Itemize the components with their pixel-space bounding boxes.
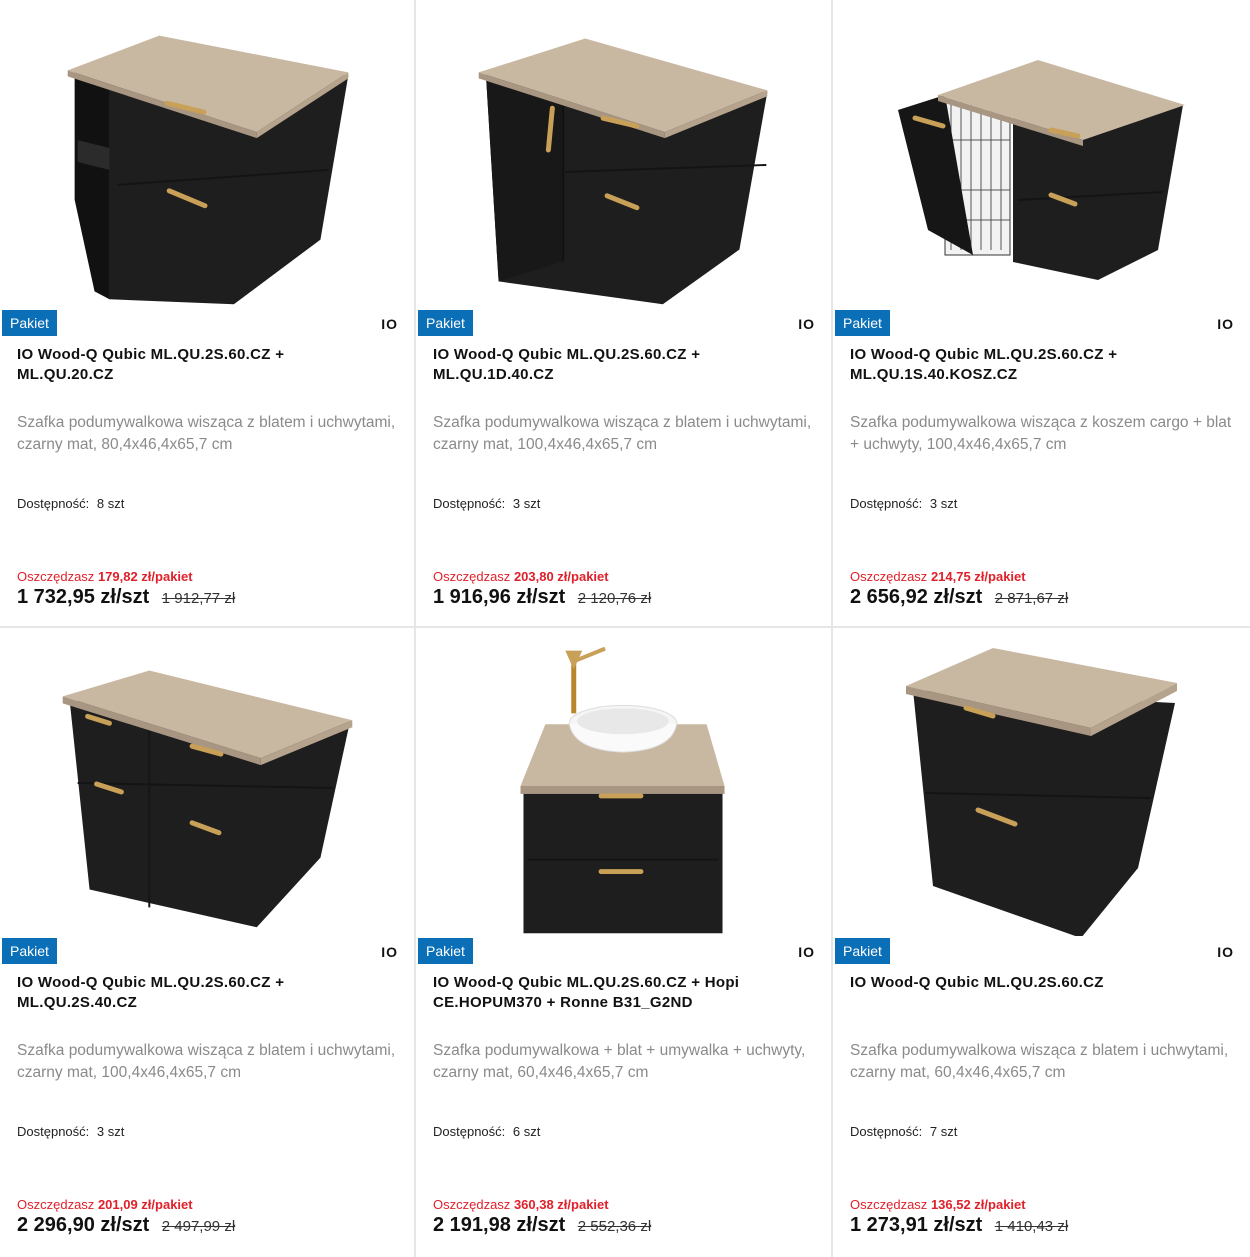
- availability-label: Dostępność:: [850, 496, 923, 511]
- price-row: 2 191,98 zł/szt 2 552,36 zł: [433, 1214, 651, 1237]
- current-price: 2 656,92 zł/szt: [850, 586, 983, 608]
- product-image[interactable]: [833, 0, 1250, 308]
- saving-info: Oszczędzasz 214,75 zł/pakiet: [850, 569, 1026, 584]
- saving-amount: 201,09 zł/pakiet: [97, 1197, 193, 1212]
- saving-amount: 136,52 zł/pakiet: [930, 1197, 1026, 1212]
- price-row: 1 916,96 zł/szt 2 120,76 zł: [433, 586, 651, 609]
- availability-label: Dostępność:: [850, 1124, 923, 1139]
- current-price: 1 916,96 zł/szt: [433, 586, 566, 608]
- old-price: 2 497,99 zł: [161, 1218, 236, 1235]
- brand-logo: IO: [381, 316, 398, 332]
- product-image[interactable]: [0, 0, 414, 308]
- brand-logo: IO: [1217, 944, 1234, 960]
- availability-label: Dostępność:: [433, 1124, 506, 1139]
- saving-info: Oszczędzasz 360,38 zł/pakiet: [433, 1197, 609, 1212]
- price-row: 1 273,91 zł/szt 1 410,43 zł: [850, 1214, 1068, 1237]
- package-badge: Pakiet: [2, 310, 57, 336]
- product-description: Szafka podumywalkowa wisząca z blatem i …: [17, 1042, 396, 1081]
- price-row: 1 732,95 zł/szt 1 912,77 zł: [17, 586, 235, 609]
- current-price: 2 296,90 zł/szt: [17, 1214, 150, 1236]
- current-price: 1 732,95 zł/szt: [17, 586, 150, 608]
- saving-info: Oszczędzasz 203,80 zł/pakiet: [433, 569, 609, 584]
- saving-info: Oszczędzasz 201,09 zł/pakiet: [17, 1197, 193, 1212]
- availability-value: 3 szt: [929, 496, 958, 511]
- old-price: 2 552,36 zł: [577, 1218, 652, 1235]
- saving-amount: 179,82 zł/pakiet: [97, 569, 193, 584]
- door-drawer-cabinet-icon: [478, 38, 768, 305]
- package-badge: Pakiet: [418, 938, 473, 964]
- brand-logo: IO: [1217, 316, 1234, 332]
- availability-value: 3 szt: [512, 496, 541, 511]
- availability-label: Dostępność:: [17, 496, 90, 511]
- product-description: Szafka podumywalkowa wisząca z blatem i …: [433, 414, 812, 453]
- saving-label: Oszczędzasz: [850, 1197, 928, 1212]
- product-description: Szafka podumywalkowa wisząca z blatem i …: [17, 414, 396, 453]
- product-image[interactable]: [0, 628, 414, 936]
- product-image[interactable]: [416, 628, 831, 936]
- old-price: 2 120,76 zł: [577, 590, 652, 607]
- open-shelf-cabinet-icon: [67, 35, 349, 305]
- product-title[interactable]: IO Wood-Q Qubic ML.QU.2S.60.CZ + ML.QU.1…: [850, 345, 1190, 385]
- product-description: Szafka podumywalkowa wisząca z koszem ca…: [850, 414, 1232, 453]
- price-row: 2 656,92 zł/szt 2 871,67 zł: [850, 586, 1068, 609]
- availability: Dostępność: 6 szt: [433, 1124, 540, 1139]
- product-title[interactable]: IO Wood-Q Qubic ML.QU.2S.60.CZ + ML.QU.1…: [433, 345, 771, 385]
- package-badge: Pakiet: [418, 310, 473, 336]
- product-title[interactable]: IO Wood-Q Qubic ML.QU.2S.60.CZ + ML.QU.2…: [17, 973, 354, 1013]
- saving-label: Oszczędzasz: [433, 569, 511, 584]
- saving-amount: 360,38 zł/pakiet: [513, 1197, 609, 1212]
- package-badge: Pakiet: [2, 938, 57, 964]
- product-card[interactable]: Pakiet IO IO Wood-Q Qubic ML.QU.2S.60.CZ…: [416, 0, 833, 628]
- old-price: 1 410,43 zł: [994, 1218, 1069, 1235]
- brand-logo: IO: [798, 316, 815, 332]
- product-card[interactable]: Pakiet IO IO Wood-Q Qubic ML.QU.2S.60.CZ…: [833, 628, 1250, 1257]
- current-price: 1 273,91 zł/szt: [850, 1214, 983, 1236]
- two-drawer-cabinet-icon: [906, 648, 1177, 936]
- saving-amount: 214,75 zł/pakiet: [930, 569, 1026, 584]
- availability-label: Dostępność:: [17, 1124, 90, 1139]
- brand-logo: IO: [381, 944, 398, 960]
- availability: Dostępność: 3 szt: [433, 496, 540, 511]
- package-badge: Pakiet: [835, 938, 890, 964]
- saving-label: Oszczędzasz: [17, 569, 95, 584]
- product-card[interactable]: Pakiet IO IO Wood-Q Qubic ML.QU.2S.60.CZ…: [833, 0, 1250, 628]
- availability-value: 8 szt: [96, 496, 125, 511]
- product-card[interactable]: Pakiet IO IO Wood-Q Qubic ML.QU.2S.60.CZ…: [0, 628, 416, 1257]
- old-price: 2 871,67 zł: [994, 590, 1069, 607]
- brand-logo: IO: [798, 944, 815, 960]
- product-description: Szafka podumywalkowa wisząca z blatem i …: [850, 1042, 1229, 1081]
- saving-label: Oszczędzasz: [850, 569, 928, 584]
- old-price: 1 912,77 zł: [161, 590, 236, 607]
- product-title[interactable]: IO Wood-Q Qubic ML.QU.2S.60.CZ: [850, 973, 1190, 993]
- product-title[interactable]: IO Wood-Q Qubic ML.QU.2S.60.CZ + Hopi CE…: [433, 973, 771, 1013]
- product-card[interactable]: Pakiet IO IO Wood-Q Qubic ML.QU.2S.60.CZ…: [416, 628, 833, 1257]
- saving-amount: 203,80 zł/pakiet: [513, 569, 609, 584]
- four-drawer-cabinet-icon: [62, 670, 353, 928]
- product-card[interactable]: Pakiet IO IO Wood-Q Qubic ML.QU.2S.60.CZ…: [0, 0, 416, 628]
- vanity-with-basin-icon: [520, 646, 725, 934]
- availability-label: Dostępność:: [433, 496, 506, 511]
- price-row: 2 296,90 zł/szt 2 497,99 zł: [17, 1214, 235, 1237]
- product-grid: Pakiet IO IO Wood-Q Qubic ML.QU.2S.60.CZ…: [0, 0, 1250, 1257]
- saving-label: Oszczędzasz: [17, 1197, 95, 1212]
- current-price: 2 191,98 zł/szt: [433, 1214, 566, 1236]
- saving-label: Oszczędzasz: [433, 1197, 511, 1212]
- availability: Dostępność: 3 szt: [17, 1124, 124, 1139]
- product-description: Szafka podumywalkowa + blat + umywalka +…: [433, 1042, 806, 1081]
- saving-info: Oszczędzasz 179,82 zł/pakiet: [17, 569, 193, 584]
- product-title[interactable]: IO Wood-Q Qubic ML.QU.2S.60.CZ + ML.QU.2…: [17, 345, 354, 385]
- availability-value: 6 szt: [512, 1124, 541, 1139]
- saving-info: Oszczędzasz 136,52 zł/pakiet: [850, 1197, 1026, 1212]
- availability: Dostępność: 7 szt: [850, 1124, 957, 1139]
- product-image[interactable]: [416, 0, 831, 308]
- availability-value: 7 szt: [929, 1124, 958, 1139]
- cargo-basket-cabinet-icon: [898, 60, 1185, 280]
- availability: Dostępność: 3 szt: [850, 496, 957, 511]
- availability-value: 3 szt: [96, 1124, 125, 1139]
- availability: Dostępność: 8 szt: [17, 496, 124, 511]
- product-image[interactable]: [833, 628, 1250, 936]
- package-badge: Pakiet: [835, 310, 890, 336]
